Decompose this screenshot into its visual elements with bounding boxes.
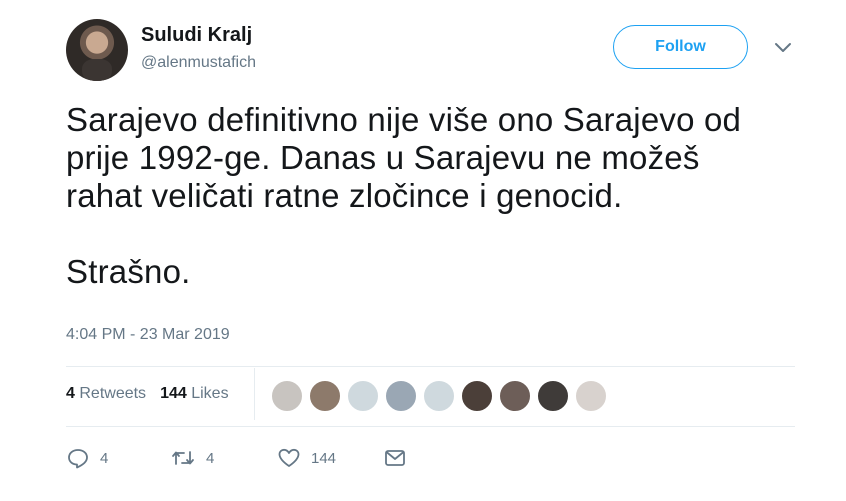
username-handle[interactable]: @alenmustafich — [141, 54, 256, 72]
liker-avatar[interactable] — [347, 380, 379, 412]
retweet-icon — [170, 447, 196, 469]
liker-avatars — [271, 380, 607, 412]
liker-avatar[interactable] — [537, 380, 569, 412]
stats-separator — [254, 368, 255, 420]
liker-avatar[interactable] — [461, 380, 493, 412]
reply-icon — [66, 447, 90, 469]
liker-avatar[interactable] — [423, 380, 455, 412]
retweet-count: 4 — [206, 449, 215, 467]
divider — [66, 426, 795, 427]
tweet-text: Sarajevo definitivno nije više ono Saraj… — [66, 101, 742, 290]
display-name[interactable]: Suludi Kralj — [141, 24, 252, 47]
divider — [66, 366, 795, 367]
liker-avatar[interactable] — [309, 380, 341, 412]
tweet-stats: 4 Retweets 144 Likes — [66, 385, 229, 403]
likes-count: 144 — [160, 385, 187, 402]
liker-avatar[interactable] — [575, 380, 607, 412]
reply-button[interactable]: 4 — [66, 447, 170, 469]
direct-message-button[interactable] — [383, 447, 407, 469]
tweet-actions: 4 4 144 — [66, 444, 407, 472]
like-button[interactable]: 144 — [277, 447, 383, 469]
avatar[interactable] — [66, 19, 128, 81]
tweet-timestamp[interactable]: 4:04 PM - 23 Mar 2019 — [66, 326, 230, 344]
likes-stat[interactable]: 144 Likes — [160, 385, 229, 403]
retweet-button[interactable]: 4 — [170, 447, 277, 469]
retweets-stat[interactable]: 4 Retweets — [66, 385, 146, 403]
reply-count: 4 — [100, 449, 109, 467]
retweets-label: Retweets — [79, 385, 147, 402]
like-count: 144 — [311, 449, 337, 467]
retweets-count: 4 — [66, 385, 75, 402]
likes-label: Likes — [191, 385, 229, 402]
liker-avatar[interactable] — [385, 380, 417, 412]
message-icon — [383, 447, 407, 469]
liker-avatar[interactable] — [271, 380, 303, 412]
follow-button[interactable]: Follow — [613, 25, 748, 69]
liker-avatar[interactable] — [499, 380, 531, 412]
heart-icon — [277, 447, 301, 469]
chevron-down-icon[interactable] — [772, 40, 794, 56]
